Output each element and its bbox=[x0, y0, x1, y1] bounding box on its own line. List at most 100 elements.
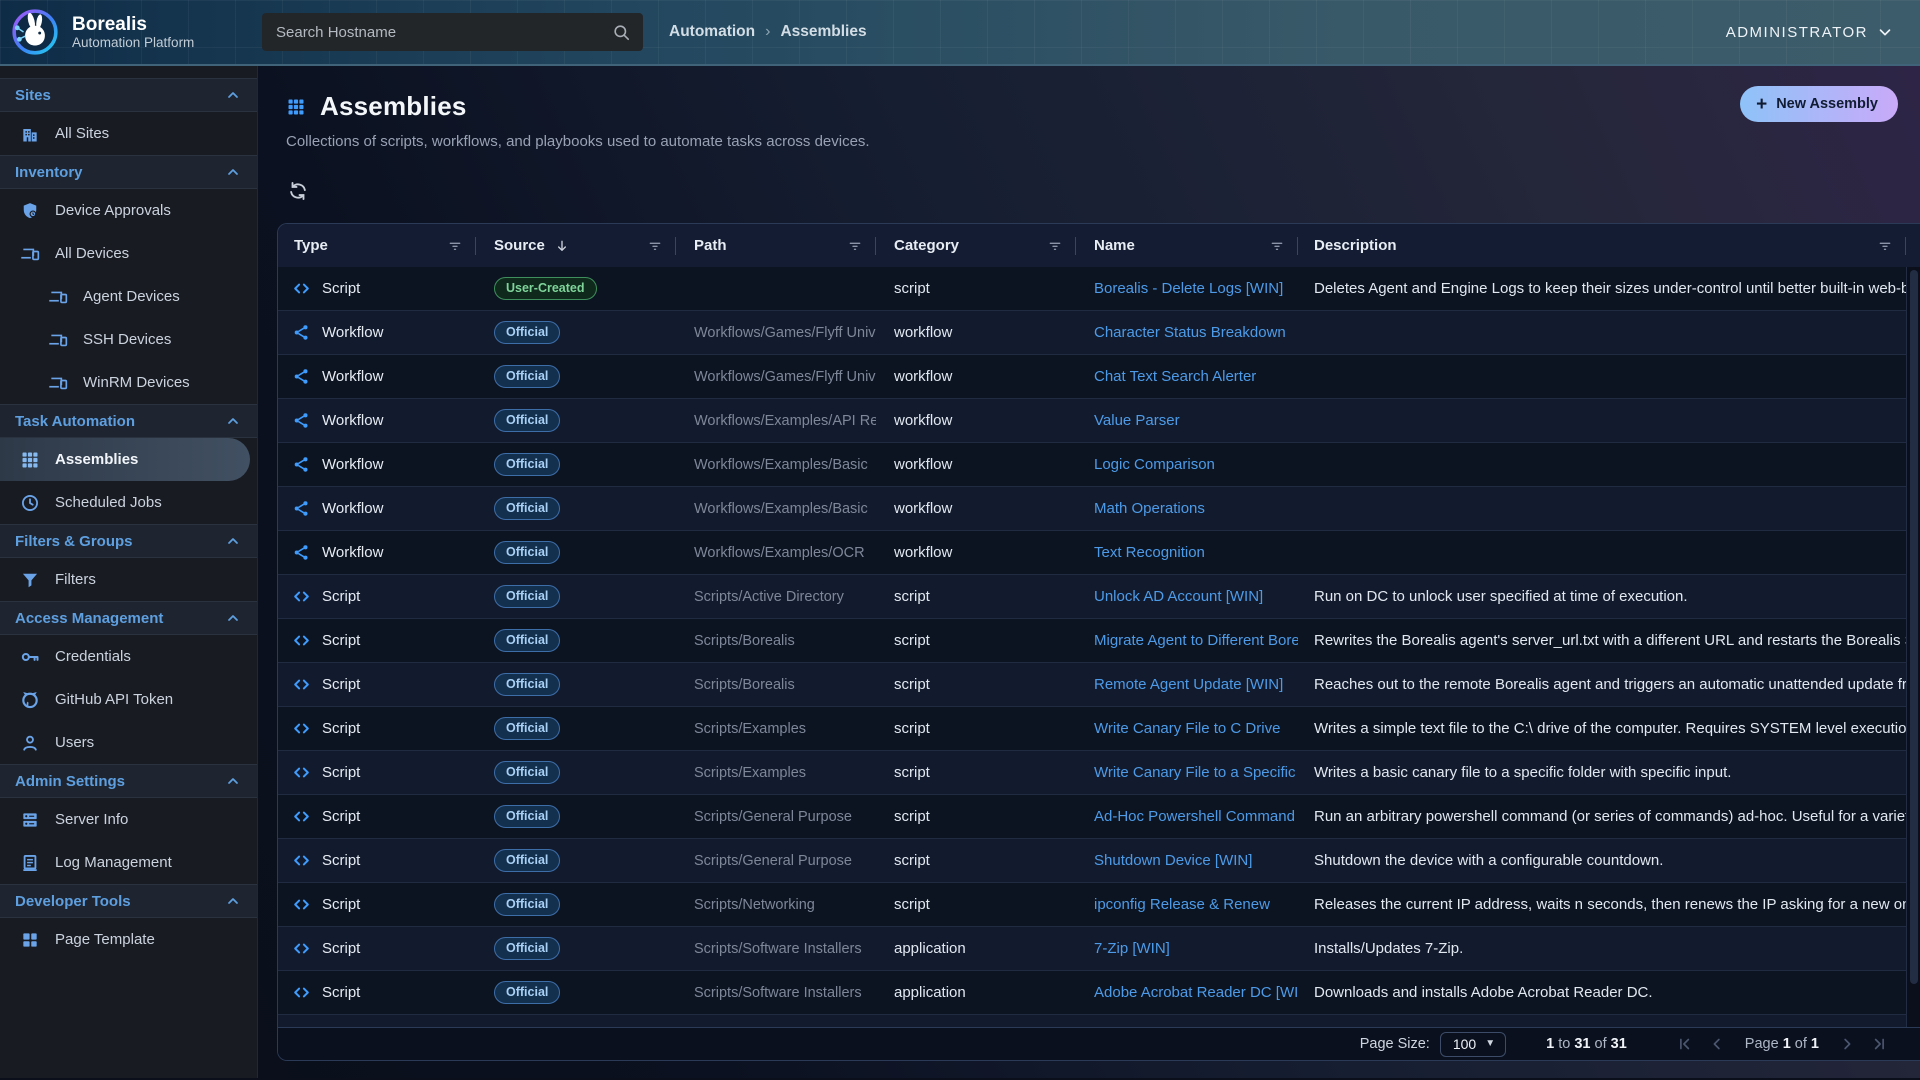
scrollbar-thumb[interactable] bbox=[1910, 270, 1918, 984]
new-assembly-button[interactable]: + New Assembly bbox=[1740, 86, 1898, 122]
column-header-source[interactable]: Source bbox=[476, 224, 676, 267]
assembly-name-link[interactable]: Chat Text Search Alerter bbox=[1076, 368, 1298, 385]
table-row[interactable]: Script Official Scripts/Software Install… bbox=[278, 927, 1906, 971]
table-row[interactable]: Script Official Scripts/Networking scrip… bbox=[278, 883, 1906, 927]
breadcrumb-parent[interactable]: Automation bbox=[669, 23, 755, 41]
assembly-name-link[interactable]: Write Canary File to a Specific F bbox=[1076, 764, 1298, 781]
script-icon bbox=[292, 719, 311, 738]
filter-icon[interactable] bbox=[447, 238, 463, 254]
assembly-name-link[interactable]: Logic Comparison bbox=[1076, 456, 1298, 473]
table-row[interactable] bbox=[278, 1015, 1906, 1027]
sidebar-item-page-template[interactable]: Page Template bbox=[0, 918, 257, 961]
filter-icon[interactable] bbox=[647, 238, 663, 254]
sort-desc-icon bbox=[554, 238, 570, 254]
sidebar-item-log-management[interactable]: Log Management bbox=[0, 841, 257, 884]
table-row[interactable]: Script Official Scripts/Active Directory… bbox=[278, 575, 1906, 619]
source-badge: Official bbox=[494, 497, 560, 520]
sidebar-item-label: Filters bbox=[55, 571, 96, 588]
last-page-icon[interactable] bbox=[1870, 1035, 1888, 1053]
assembly-name-link[interactable]: Adobe Acrobat Reader DC [WIN bbox=[1076, 984, 1298, 1001]
assembly-name-link[interactable]: Migrate Agent to Different Borea bbox=[1076, 632, 1298, 649]
assembly-name-link[interactable]: Math Operations bbox=[1076, 500, 1298, 517]
sidebar-item-filters[interactable]: Filters bbox=[0, 558, 257, 601]
previous-page-icon[interactable] bbox=[1708, 1035, 1726, 1053]
assembly-name-link[interactable]: Remote Agent Update [WIN] bbox=[1076, 676, 1298, 693]
table-row[interactable]: Script Official Scripts/Examples script … bbox=[278, 707, 1906, 751]
user-menu[interactable]: ADMINISTRATOR bbox=[1726, 0, 1894, 64]
column-label: Source bbox=[494, 237, 545, 254]
first-page-icon[interactable] bbox=[1676, 1035, 1694, 1053]
sidebar-item-agent-devices[interactable]: Agent Devices bbox=[0, 275, 257, 318]
table-row[interactable]: Script Official Scripts/Examples script … bbox=[278, 751, 1906, 795]
assembly-name-link[interactable]: Write Canary File to C Drive bbox=[1076, 720, 1298, 737]
column-header-path[interactable]: Path bbox=[676, 224, 876, 267]
sidebar-item-all-devices[interactable]: All Devices bbox=[0, 232, 257, 275]
sidebar: Sites All Sites Inventory Device Approva… bbox=[0, 66, 258, 1078]
assembly-name-link[interactable]: Value Parser bbox=[1076, 412, 1298, 429]
table-row[interactable]: Workflow Official Workflows/Examples/API… bbox=[278, 399, 1906, 443]
assembly-name-link[interactable]: Ad-Hoc Powershell Command [W bbox=[1076, 808, 1298, 825]
sidebar-section-task-automation[interactable]: Task Automation bbox=[0, 404, 257, 438]
script-icon bbox=[292, 807, 311, 826]
filter-icon[interactable] bbox=[847, 238, 863, 254]
sidebar-item-label: Credentials bbox=[55, 648, 131, 665]
table-row[interactable]: Workflow Official Workflows/Examples/Bas… bbox=[278, 443, 1906, 487]
section-label: Sites bbox=[15, 87, 51, 104]
assembly-name-link[interactable]: Borealis - Delete Logs [WIN] bbox=[1076, 280, 1298, 297]
path-cell: Scripts/Examples bbox=[676, 765, 876, 781]
assembly-name-link[interactable]: Character Status Breakdown bbox=[1076, 324, 1298, 341]
column-header-type[interactable]: Type bbox=[278, 224, 476, 267]
table-row[interactable]: Script User-Created script Borealis - De… bbox=[278, 267, 1906, 311]
column-header-category[interactable]: Category bbox=[876, 224, 1076, 267]
vertical-scrollbar[interactable] bbox=[1906, 267, 1920, 1027]
assembly-name-link[interactable]: 7-Zip [WIN] bbox=[1076, 940, 1298, 957]
table-row[interactable]: Script Official Scripts/Borealis script … bbox=[278, 619, 1906, 663]
sidebar-section-inventory[interactable]: Inventory bbox=[0, 155, 257, 189]
type-label: Script bbox=[322, 588, 360, 605]
table-row[interactable]: Workflow Official Workflows/Games/Flyff … bbox=[278, 311, 1906, 355]
table-row[interactable]: Script Official Scripts/Software Install… bbox=[278, 971, 1906, 1015]
refresh-button[interactable] bbox=[287, 180, 309, 202]
sidebar-item-users[interactable]: Users bbox=[0, 721, 257, 764]
search-box[interactable] bbox=[262, 13, 643, 51]
assembly-name-link[interactable]: Unlock AD Account [WIN] bbox=[1076, 588, 1298, 605]
sidebar-section-sites[interactable]: Sites bbox=[0, 78, 257, 112]
sidebar-item-server-info[interactable]: Server Info bbox=[0, 798, 257, 841]
sidebar-item-all-sites[interactable]: All Sites bbox=[0, 112, 257, 155]
table-row[interactable]: Workflow Official Workflows/Games/Flyff … bbox=[278, 355, 1906, 399]
assembly-name-link[interactable]: Text Recognition bbox=[1076, 544, 1298, 561]
column-header-name[interactable]: Name bbox=[1076, 224, 1298, 267]
type-label: Script bbox=[322, 940, 360, 957]
sidebar-item-github-api-token[interactable]: GitHub API Token bbox=[0, 678, 257, 721]
search-input[interactable] bbox=[276, 24, 612, 41]
table-row[interactable]: Workflow Official Workflows/Examples/OCR… bbox=[278, 531, 1906, 575]
sidebar-item-device-approvals[interactable]: Device Approvals bbox=[0, 189, 257, 232]
filter-icon[interactable] bbox=[1877, 238, 1893, 254]
sidebar-section-developer-tools[interactable]: Developer Tools bbox=[0, 884, 257, 918]
sidebar-section-filters-groups[interactable]: Filters & Groups bbox=[0, 524, 257, 558]
next-page-icon[interactable] bbox=[1838, 1035, 1856, 1053]
sidebar-item-assemblies[interactable]: Assemblies bbox=[0, 438, 250, 481]
sidebar-item-winrm-devices[interactable]: WinRM Devices bbox=[0, 361, 257, 404]
path-cell: Workflows/Examples/Basic bbox=[676, 457, 876, 473]
table-row[interactable]: Script Official Scripts/General Purpose … bbox=[278, 839, 1906, 883]
table-row[interactable]: Script Official Scripts/Borealis script … bbox=[278, 663, 1906, 707]
table-row[interactable]: Workflow Official Workflows/Examples/Bas… bbox=[278, 487, 1906, 531]
table-row[interactable]: Script Official Scripts/General Purpose … bbox=[278, 795, 1906, 839]
sidebar-item-ssh-devices[interactable]: SSH Devices bbox=[0, 318, 257, 361]
sidebar-item-scheduled-jobs[interactable]: Scheduled Jobs bbox=[0, 481, 257, 524]
page-size-select[interactable]: 100 ▼ bbox=[1440, 1032, 1506, 1057]
sidebar-section-admin-settings[interactable]: Admin Settings bbox=[0, 764, 257, 798]
column-header-description[interactable]: Description bbox=[1298, 224, 1906, 267]
description-cell: Run an arbitrary powershell command (or … bbox=[1298, 808, 1906, 825]
sidebar-section-access-management[interactable]: Access Management bbox=[0, 601, 257, 635]
filter-icon[interactable] bbox=[1269, 238, 1285, 254]
script-icon bbox=[292, 279, 311, 298]
chevron-up-icon bbox=[225, 533, 241, 549]
path-cell: Workflows/Games/Flyff Univer bbox=[676, 369, 876, 385]
filter-icon[interactable] bbox=[1047, 238, 1063, 254]
assembly-name-link[interactable]: Shutdown Device [WIN] bbox=[1076, 852, 1298, 869]
sidebar-item-credentials[interactable]: Credentials bbox=[0, 635, 257, 678]
assembly-name-link[interactable]: ipconfig Release & Renew bbox=[1076, 896, 1298, 913]
funnel-icon bbox=[20, 570, 40, 590]
